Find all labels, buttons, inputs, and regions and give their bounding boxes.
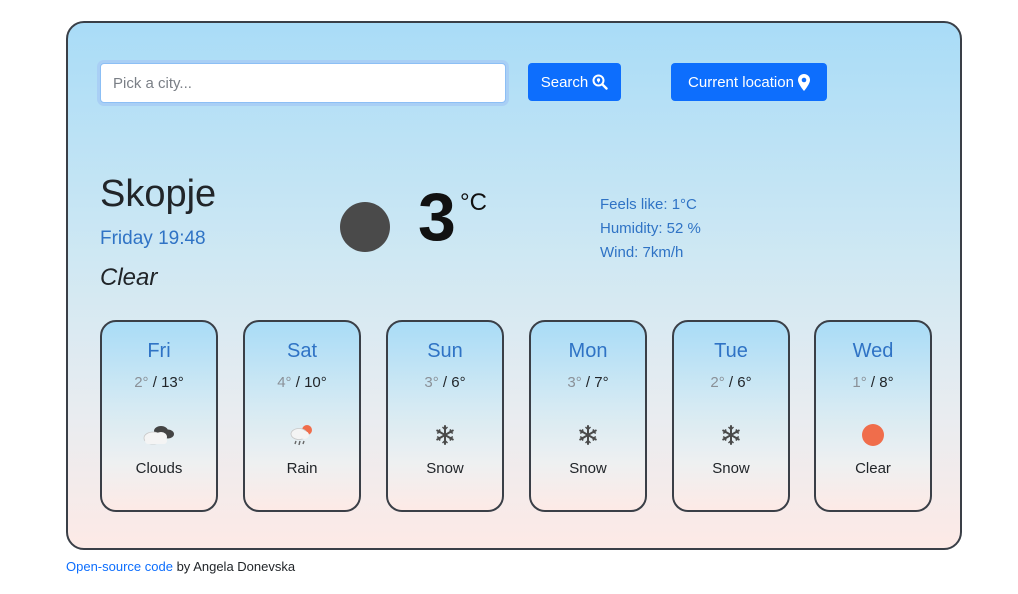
city-name: Skopje <box>100 173 217 215</box>
forecast-min: 4° <box>277 374 292 391</box>
forecast-max: 6° <box>737 374 752 391</box>
forecast-day-card: Fri 2° / 13° Clouds <box>100 320 218 512</box>
open-source-link[interactable]: Open-source code <box>66 559 173 574</box>
forecast-temps: 3° / 6° <box>388 374 502 391</box>
humidity: Humidity: 52 % <box>600 220 701 237</box>
forecast-sep: / <box>866 374 880 391</box>
current-datetime: Friday 19:48 <box>100 228 206 249</box>
wind: Wind: 7km/h <box>600 244 684 261</box>
forecast-description: Snow <box>426 460 464 477</box>
forecast-day-card: Tue 2° / 6° Snow <box>672 320 790 512</box>
forecast-day-name: Wed <box>852 340 894 362</box>
footer-credit: Open-source code by Angela Donevska <box>66 559 295 574</box>
forecast-description: Clouds <box>135 460 183 477</box>
rain-icon <box>245 422 359 448</box>
snowflake-icon <box>388 422 502 448</box>
forecast-max: 8° <box>879 374 894 391</box>
current-location-label: Current location <box>688 73 794 91</box>
forecast-temps: 3° / 7° <box>531 374 645 391</box>
forecast-day-name: Sat <box>286 340 318 362</box>
forecast-day-card: Mon 3° / 7° Snow <box>529 320 647 512</box>
forecast-row: Fri 2° / 13° Clouds Sat 4° / 10° Rain Su… <box>100 320 932 513</box>
search-location-icon <box>592 74 608 90</box>
forecast-min: 2° <box>710 374 725 391</box>
clouds-icon <box>102 422 216 448</box>
forecast-min: 2° <box>134 374 149 391</box>
forecast-description: Rain <box>286 460 318 477</box>
weather-app-card: Search Current location Skopje Friday 19… <box>66 21 962 550</box>
forecast-description: Clear <box>855 460 891 477</box>
city-search-input[interactable] <box>100 63 506 103</box>
sun-icon <box>816 422 930 448</box>
snowflake-icon <box>674 422 788 448</box>
forecast-min: 1° <box>852 374 867 391</box>
forecast-max: 6° <box>451 374 466 391</box>
forecast-max: 10° <box>304 374 327 391</box>
forecast-day-name: Sun <box>427 340 463 362</box>
forecast-temps: 2° / 6° <box>674 374 788 391</box>
forecast-day-card: Wed 1° / 8° Clear <box>814 320 932 512</box>
forecast-sep: / <box>581 374 595 391</box>
forecast-day-name: Fri <box>147 340 171 362</box>
current-condition: Clear <box>100 264 158 291</box>
forecast-temps: 1° / 8° <box>816 374 930 391</box>
forecast-description: Snow <box>569 460 607 477</box>
weather-details: Feels like: 1°C Humidity: 52 % Wind: 7km… <box>600 193 701 265</box>
footer-author: by Angela Donevska <box>172 559 296 574</box>
forecast-max: 13° <box>161 374 184 391</box>
forecast-day-card: Sat 4° / 10° Rain <box>243 320 361 512</box>
night-clear-moon-icon <box>340 202 390 252</box>
forecast-sep: / <box>438 374 452 391</box>
snowflake-icon <box>531 422 645 448</box>
temperature-unit-toggle[interactable]: °C <box>460 189 487 217</box>
forecast-temps: 2° / 13° <box>102 374 216 391</box>
forecast-sep: / <box>724 374 738 391</box>
forecast-day-name: Mon <box>568 340 608 362</box>
forecast-description: Snow <box>712 460 750 477</box>
forecast-min: 3° <box>567 374 582 391</box>
search-button[interactable]: Search <box>528 63 621 101</box>
feels-like: Feels like: 1°C <box>600 196 697 213</box>
search-button-label: Search <box>540 73 589 91</box>
forecast-max: 7° <box>594 374 609 391</box>
current-temperature: 3 <box>418 179 456 255</box>
forecast-sep: / <box>291 374 305 391</box>
forecast-day-name: Tue <box>714 340 748 362</box>
map-pin-icon <box>797 73 810 91</box>
current-location-button[interactable]: Current location <box>671 63 827 101</box>
forecast-min: 3° <box>424 374 439 391</box>
forecast-sep: / <box>148 374 162 391</box>
forecast-day-card: Sun 3° / 6° Snow <box>386 320 504 512</box>
forecast-temps: 4° / 10° <box>245 374 359 391</box>
